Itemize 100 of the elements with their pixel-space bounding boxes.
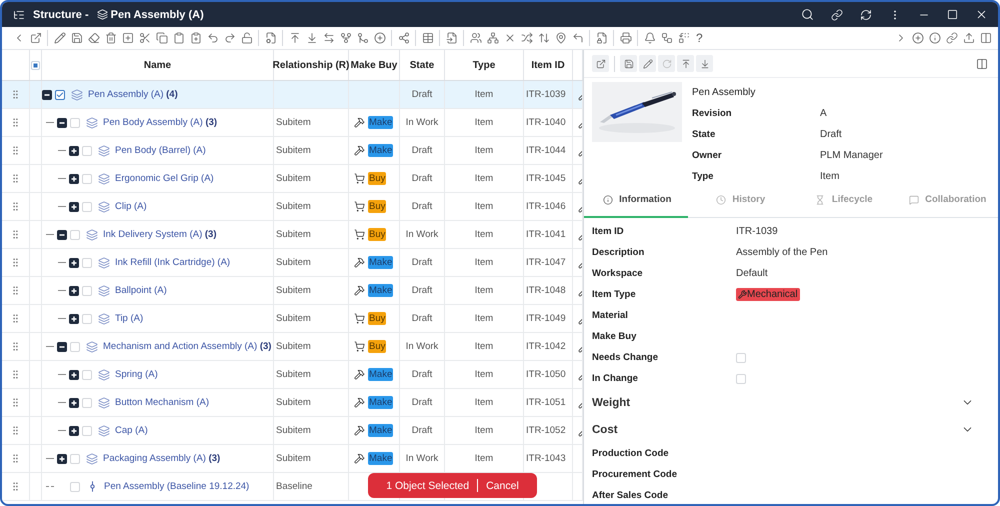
redo-icon[interactable] (224, 32, 236, 44)
save-icon[interactable] (70, 32, 82, 44)
row-checkbox[interactable] (55, 90, 65, 100)
file-lock-icon[interactable] (596, 32, 608, 44)
move-down-icon[interactable] (700, 58, 710, 68)
item-name[interactable]: Spring (A) (115, 369, 158, 380)
expand-toggle[interactable] (69, 286, 79, 296)
paste-icon[interactable] (172, 32, 184, 44)
item-name[interactable]: Ballpoint (A) (115, 285, 167, 296)
table-row[interactable]: Ergonomic Gel Grip (A) Subitem Buy Draft Item ITR-1045 (2, 165, 583, 193)
table-row[interactable]: Pen Body Assembly (A) (3) Subitem Make In Work Item ITR-1040 (2, 109, 583, 137)
column-header[interactable]: Make Buy (350, 60, 398, 70)
column-header[interactable]: State (410, 60, 434, 70)
item-name[interactable]: Ink Refill (Ink Cartridge) (A) (115, 257, 230, 268)
item-name[interactable]: Ink Delivery System (A) (3) (103, 229, 217, 240)
collapse-toggle[interactable] (57, 230, 67, 240)
expand-toggle[interactable] (69, 398, 79, 408)
table-row[interactable]: Cap (A) Subitem Make Draft Item ITR-1052 (2, 417, 583, 445)
field-checkbox[interactable] (736, 352, 746, 362)
item-name[interactable]: Pen Body (Barrel) (A) (115, 145, 206, 156)
undo-icon[interactable] (206, 32, 218, 44)
table-row[interactable]: Mechanism and Action Assembly (A) (3) Subitem Buy In Work Item ITR-1042 (2, 333, 583, 361)
hierarchy-icon[interactable] (486, 32, 498, 44)
table-row[interactable]: Ink Refill (Ink Cartridge) (A) Subitem Make Draft Item ITR-1047 (2, 249, 583, 277)
collapse-toggle[interactable] (42, 90, 52, 100)
shuffle-icon[interactable] (520, 32, 532, 44)
printer-icon[interactable] (620, 32, 632, 44)
move-up-icon[interactable] (680, 58, 690, 68)
swap-icon[interactable] (322, 32, 334, 44)
circle-plus-icon[interactable] (912, 32, 924, 44)
table-row[interactable]: Ballpoint (A) Subitem Make Draft Item ITR-1048 (2, 277, 583, 305)
expand-toggle[interactable] (57, 454, 67, 464)
item-name[interactable]: Pen Body Assembly (A) (3) (103, 117, 218, 128)
item-name[interactable]: Ergonomic Gel Grip (A) (115, 173, 214, 184)
info-icon[interactable] (928, 32, 940, 44)
search-icon[interactable] (800, 8, 814, 21)
bell-icon[interactable] (644, 32, 656, 44)
merge-icon[interactable] (356, 32, 368, 44)
link-icon[interactable] (830, 8, 842, 20)
item-name[interactable]: Button Mechanism (A) (115, 397, 209, 408)
tab[interactable]: Information (584, 183, 688, 218)
column-header[interactable]: Name (144, 60, 172, 70)
sort-icon[interactable] (538, 32, 550, 44)
table-row[interactable]: Pen Assembly (A) (4) Draft Item ITR-1039 (2, 81, 583, 109)
section-header[interactable]: Cost (592, 416, 990, 443)
cancel-button[interactable]: Cancel (486, 480, 519, 492)
eraser-icon[interactable] (88, 32, 100, 44)
open-icon[interactable] (596, 58, 606, 68)
item-name[interactable]: Cap (A) (115, 425, 148, 436)
table-icon[interactable] (422, 32, 434, 44)
fork-icon[interactable] (340, 32, 352, 44)
column-header[interactable]: Relationship (R) (272, 60, 350, 70)
select-all-checkbox[interactable] (31, 60, 40, 70)
users-icon[interactable] (470, 32, 482, 44)
table-row[interactable]: Ink Delivery System (A) (3) Subitem Buy In Work Item ITR-1041 (2, 221, 583, 249)
columns-icon[interactable] (980, 32, 992, 44)
expand-toggle[interactable] (69, 174, 79, 184)
move-down-icon[interactable] (306, 32, 318, 44)
copy-icon[interactable] (156, 32, 168, 44)
column-header[interactable]: Item ID (531, 60, 565, 70)
section-header[interactable]: Weight (592, 389, 990, 416)
expand-toggle[interactable] (69, 202, 79, 212)
upload-icon[interactable] (962, 32, 974, 44)
expand-toggle[interactable] (69, 426, 79, 436)
replace-icon[interactable] (678, 32, 690, 44)
item-name[interactable]: Pen Assembly (A) (4) (88, 89, 178, 100)
file-settings-icon[interactable] (264, 32, 276, 44)
paste-add-icon[interactable] (190, 32, 202, 44)
field-checkbox[interactable] (736, 374, 746, 384)
unlock-icon[interactable] (240, 32, 252, 44)
expand-toggle[interactable] (69, 146, 79, 156)
edit-icon[interactable] (54, 32, 66, 44)
save-icon[interactable] (624, 58, 634, 68)
columns-icon[interactable] (976, 58, 988, 70)
cut-icon[interactable] (138, 32, 150, 44)
item-name[interactable]: Pen Assembly (Baseline 19.12.24) (104, 481, 250, 492)
collapse-toggle[interactable] (57, 342, 67, 352)
item-name[interactable]: Tip (A) (115, 313, 144, 324)
open-icon[interactable] (30, 32, 42, 44)
table-row[interactable]: Packaging Assembly (A) (3) Subitem Make In Work Item ITR-1043 (2, 445, 583, 473)
help-button[interactable]: ? (696, 31, 703, 45)
delete-icon[interactable] (104, 32, 116, 44)
item-name[interactable]: Clip (A) (115, 201, 147, 212)
expand-toggle[interactable] (69, 258, 79, 268)
column-header[interactable]: Type (472, 60, 496, 70)
move-up-icon[interactable] (288, 32, 300, 44)
expand-toggle[interactable] (69, 314, 79, 324)
table-row[interactable]: Pen Body (Barrel) (A) Subitem Make Draft Item ITR-1044 (2, 137, 583, 165)
table-row[interactable]: Spring (A) Subitem Make Draft Item ITR-1050 (2, 361, 583, 389)
maximize-icon[interactable] (946, 9, 958, 20)
return-icon[interactable] (572, 32, 584, 44)
item-name[interactable]: Packaging Assembly (A) (3) (103, 453, 220, 464)
pin-icon[interactable] (554, 32, 566, 44)
table-row[interactable]: Tip (A) Subitem Buy Draft Item ITR-1049 (2, 305, 583, 333)
refresh-icon[interactable] (860, 8, 872, 20)
share-icon[interactable] (398, 32, 410, 44)
expand-toggle[interactable] (69, 370, 79, 380)
edit-icon[interactable] (642, 58, 652, 68)
item-name[interactable]: Mechanism and Action Assembly (A) (3) (103, 341, 272, 352)
file-input-icon[interactable] (446, 32, 458, 44)
